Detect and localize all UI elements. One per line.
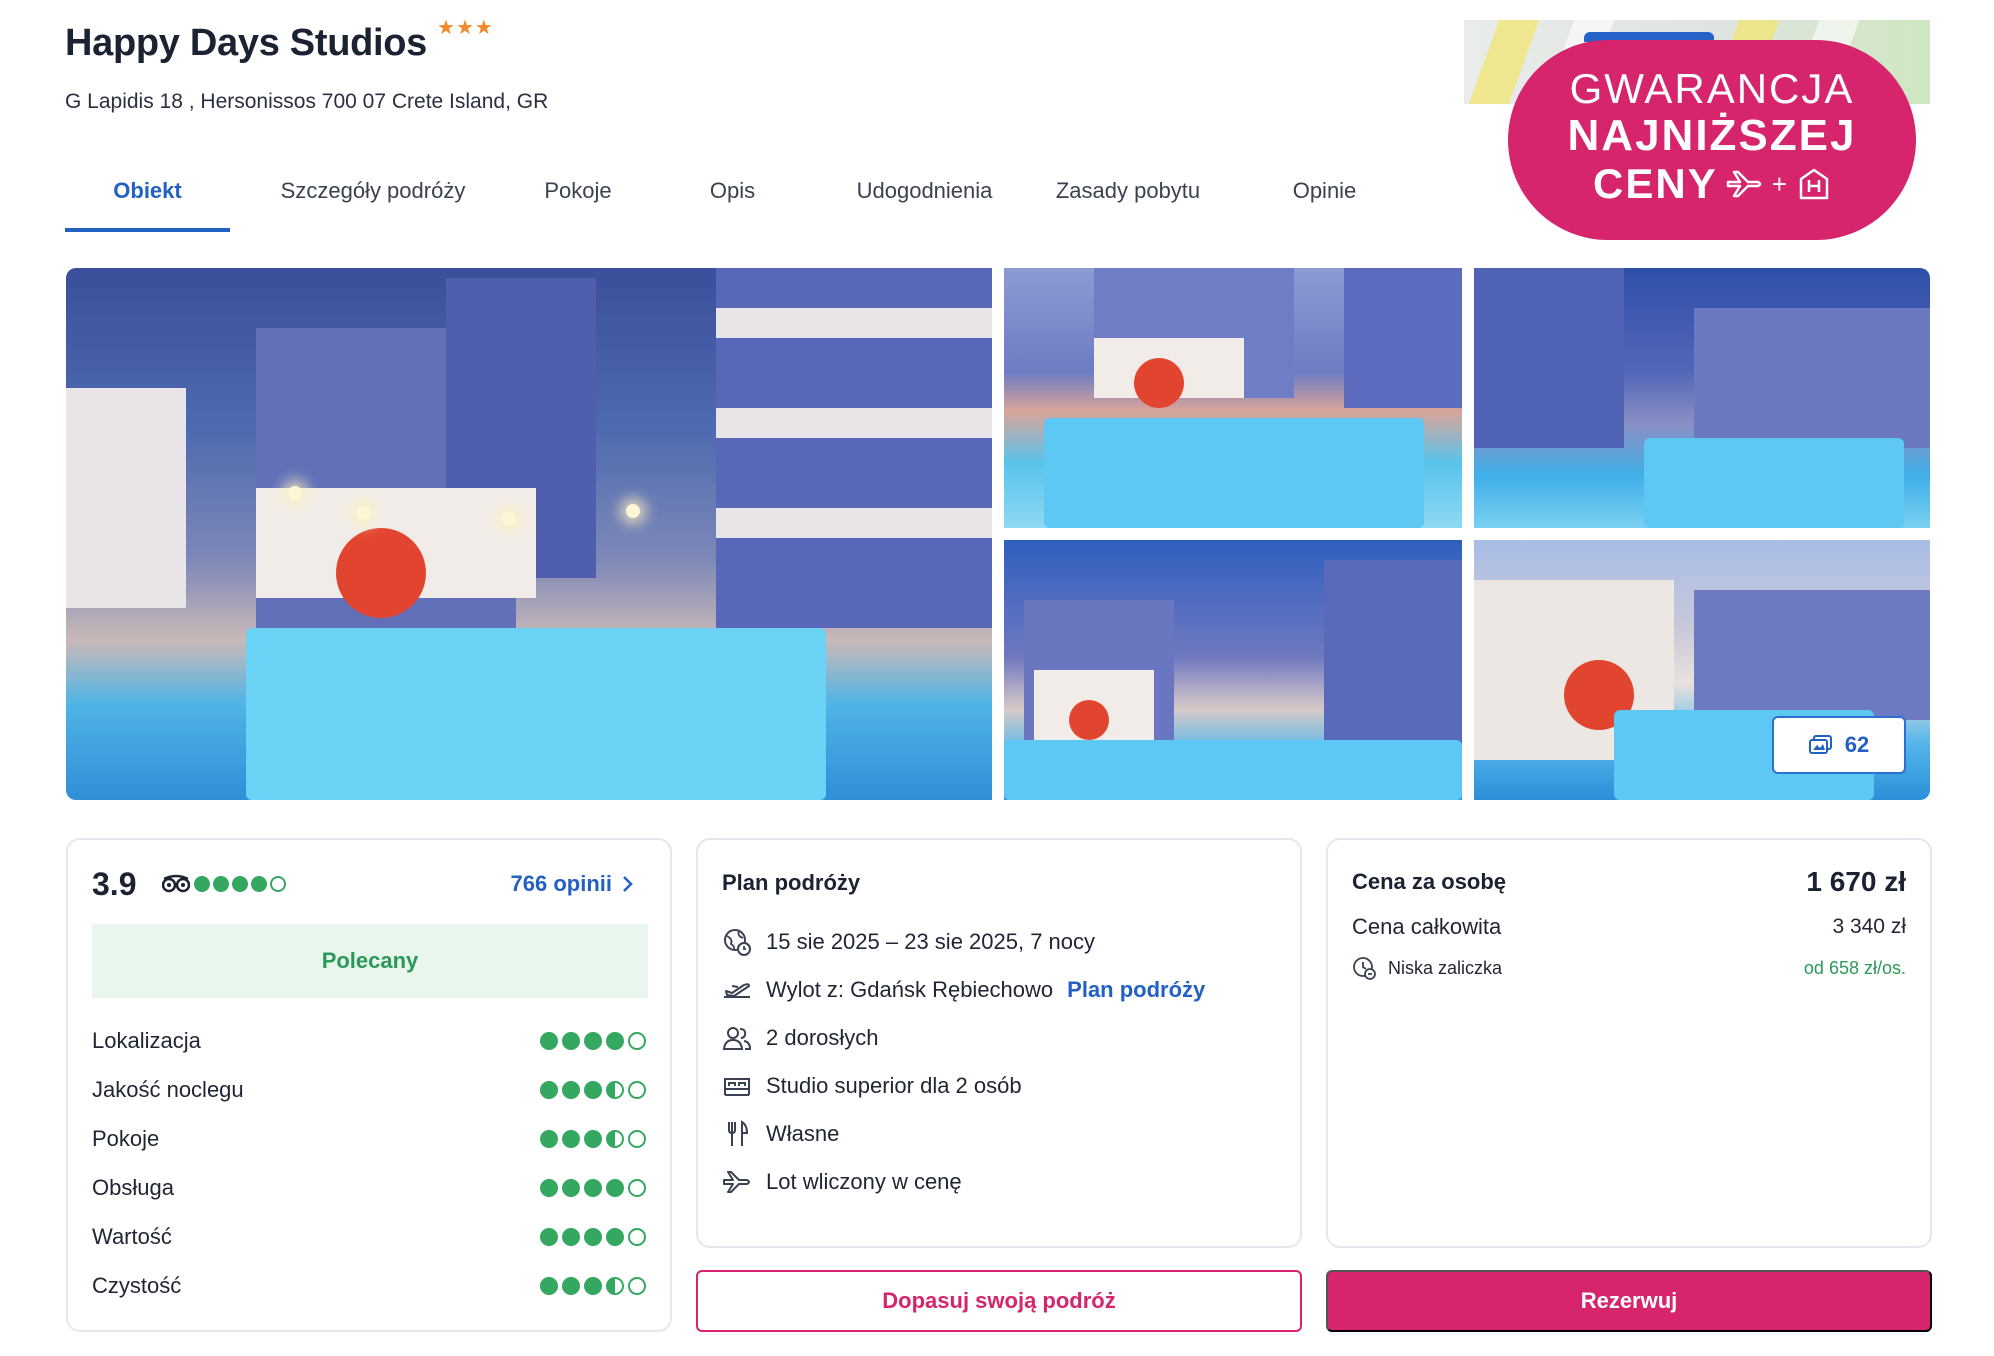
recommended-badge: Polecany [92, 924, 648, 998]
plan-departure: Wylot z: Gdańsk Rębiechowo [766, 977, 1054, 1002]
deposit-icon [1353, 957, 1376, 980]
criterion-row: Czystość [92, 1271, 646, 1301]
criterion-bubbles [540, 1228, 646, 1246]
deposit-row: Niska zaliczka od 658 zł/os. [1352, 956, 1906, 980]
bed-icon [724, 1078, 750, 1096]
criterion-label: Lokalizacja [92, 1028, 201, 1053]
criterion-label: Wartość [92, 1224, 172, 1249]
hotel-header: Happy Days Studios ★★★ G Lapidis 18 , He… [65, 18, 1465, 114]
criterion-bubbles [540, 1179, 646, 1197]
criterion-row: Wartość [92, 1222, 646, 1252]
criterion-label: Pokoje [92, 1126, 160, 1151]
tab-szczegoly-podrozy[interactable]: Szczegóły podróży [230, 160, 516, 232]
chevron-right-icon [623, 876, 633, 892]
deposit-label-group: Niska zaliczka [1352, 956, 1502, 980]
plan-flight: Lot wliczony w cenę [766, 1169, 962, 1194]
price-per-person-label: Cena za osobę [1352, 869, 1507, 894]
criterion-bubbles [540, 1130, 646, 1148]
gallery-photo-2[interactable] [1004, 268, 1462, 528]
globe-calendar-icon [724, 929, 751, 956]
criterion-bubbles [540, 1032, 646, 1050]
plan-departure-row: Wylot z: Gdańsk Rębiechowo Plan podróży [722, 974, 1205, 1006]
travel-plan-card: Plan podróży 15 sie 2025 – 23 sie 2025, … [696, 838, 1302, 1248]
book-button[interactable]: Rezerwuj [1326, 1270, 1932, 1332]
customize-trip-button[interactable]: Dopasuj swoją podróż [696, 1270, 1302, 1332]
plan-guests: 2 dorosłych [766, 1025, 879, 1050]
criterion-row: Jakość noclegu [92, 1075, 646, 1105]
badge-line3-row: CENY + [1508, 160, 1916, 208]
hotel-address: G Lapidis 18 , Hersonissos 700 07 Crete … [65, 90, 549, 113]
price-card: Cena za osobę 1 670 zł Cena całkowita 3 … [1326, 838, 1932, 1248]
price-total-label: Cena całkowita [1352, 914, 1502, 939]
tripadvisor-icon [162, 874, 190, 893]
rating-card: 3.9 766 opinii Polecany Lokalizacja Jako… [66, 838, 672, 1332]
tab-udogodnienia[interactable]: Udogodnienia [825, 160, 1024, 232]
criterion-row: Obsługa [92, 1173, 646, 1203]
plus-sign: + [1771, 169, 1789, 199]
gallery-main-photo[interactable] [66, 268, 992, 800]
price-total-row: Cena całkowita 3 340 zł [1352, 914, 1906, 940]
price-total-value: 3 340 zł [1832, 915, 1906, 938]
tab-opinie[interactable]: Opinie [1232, 160, 1417, 232]
tab-pokoje[interactable]: Pokoje [516, 160, 640, 232]
plan-board: Własne [766, 1121, 840, 1146]
criterion-label: Jakość noclegu [92, 1077, 244, 1102]
hotel-name: Happy Days Studios [65, 22, 428, 64]
plan-room: Studio superior dla 2 osób [766, 1073, 1022, 1098]
hotel-icon [1799, 168, 1829, 200]
badge-line1: GWARANCJA [1569, 65, 1855, 112]
badge-line3: CENY [1593, 160, 1718, 207]
criterion-row: Pokoje [92, 1124, 646, 1154]
plane-icon [1726, 170, 1761, 198]
badge-line2: NAJNIŻSZEJ [1567, 111, 1857, 160]
gallery-icon [1808, 735, 1832, 754]
tab-obiekt[interactable]: Obiekt [65, 160, 230, 232]
reviews-link-label: 766 opinii [510, 871, 612, 896]
criterion-label: Czystość [92, 1273, 182, 1298]
section-tabs: Obiekt Szczegóły podróży Pokoje Opis Udo… [65, 160, 1417, 232]
photo-count-button[interactable]: 62 [1772, 716, 1906, 774]
plan-guests-row: 2 dorosłych [722, 1022, 879, 1054]
cutlery-icon [728, 1120, 749, 1146]
deposit-label: Niska zaliczka [1388, 957, 1503, 978]
criterion-bubbles [540, 1277, 646, 1295]
price-per-person-row: Cena za osobę 1 670 zł [1352, 866, 1906, 898]
plan-room-row: Studio superior dla 2 osób [722, 1070, 1022, 1102]
plan-title: Plan podróży [722, 870, 861, 895]
plane-takeoff-icon [724, 983, 750, 998]
plan-board-row: Własne [722, 1118, 839, 1150]
criterion-label: Obsługa [92, 1175, 174, 1200]
criterion-bubbles [540, 1081, 646, 1099]
plane-icon [723, 1171, 750, 1193]
people-icon [722, 1027, 752, 1050]
gallery-photo-3[interactable] [1474, 268, 1930, 528]
lowest-price-guarantee-badge[interactable]: GWARANCJA NAJNIŻSZEJ CENY + [1508, 40, 1916, 240]
rating-score: 3.9 [92, 865, 137, 902]
price-per-person-value: 1 670 zł [1806, 866, 1906, 897]
photo-count: 62 [1844, 732, 1870, 757]
gallery-photo-4[interactable] [1004, 540, 1462, 800]
deposit-value: od 658 zł/os. [1803, 957, 1906, 978]
tab-opis[interactable]: Opis [640, 160, 825, 232]
plan-dates: 15 sie 2025 – 23 sie 2025, 7 nocy [766, 929, 1096, 954]
criterion-row: Lokalizacja [92, 1026, 646, 1056]
plan-dates-row: 15 sie 2025 – 23 sie 2025, 7 nocy [722, 926, 1095, 958]
plan-details-link[interactable]: Plan podróży [1067, 977, 1205, 1003]
plan-flight-row: Lot wliczony w cenę [722, 1166, 962, 1198]
tripadvisor-bubbles [194, 876, 286, 892]
tab-zasady-pobytu[interactable]: Zasady pobytu [1024, 160, 1232, 232]
star-rating: ★★★ [437, 17, 494, 39]
reviews-link[interactable]: 766 opinii [511, 871, 634, 897]
